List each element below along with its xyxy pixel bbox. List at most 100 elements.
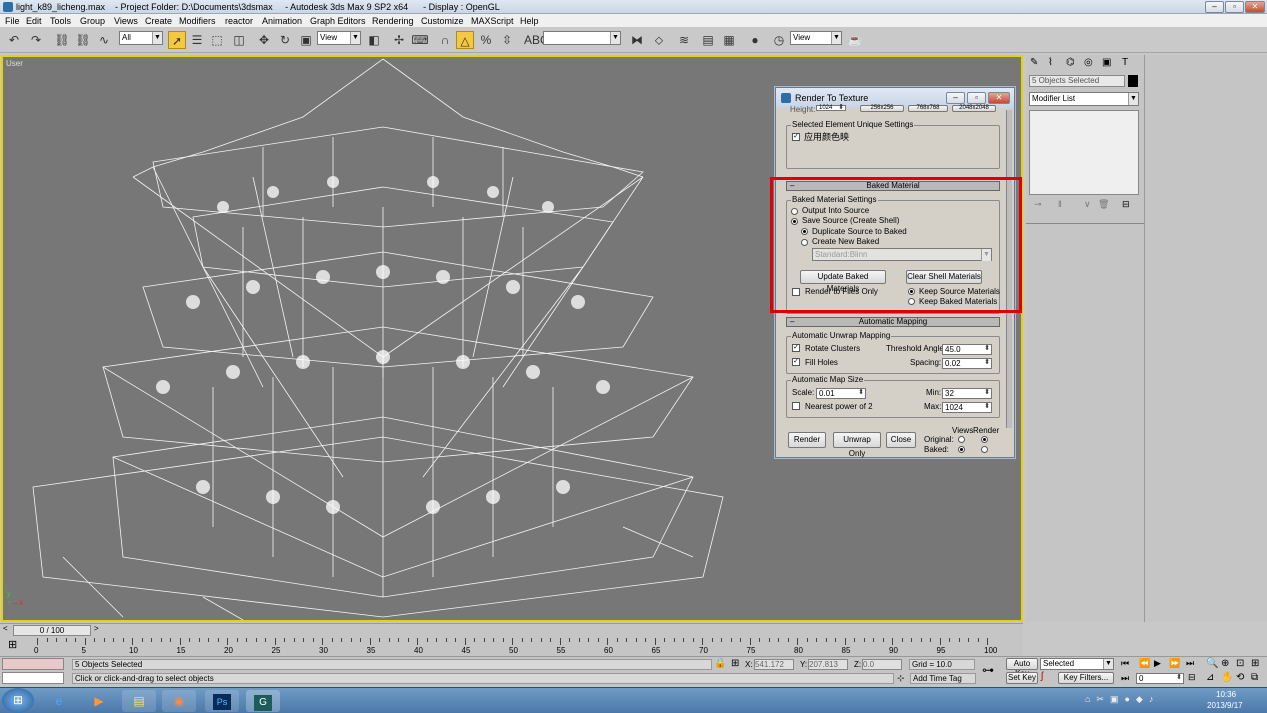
track-bar[interactable]: ⊞ 0 5 10 15 20 25 30 35 40 45 50 55 60 65 70 75 80 85 90 95… xyxy=(0,636,1023,656)
pin-stack-icon[interactable]: ⊸ xyxy=(1034,199,1042,210)
original-render-radio[interactable] xyxy=(981,436,988,443)
show-end-result-icon[interactable]: ‖ xyxy=(1058,199,1062,209)
time-prev-icon[interactable]: < xyxy=(3,624,8,633)
size-2048-button[interactable]: 2048x2048 xyxy=(952,105,996,112)
min-spinner[interactable]: 32 xyxy=(942,388,992,399)
rectangular-region-icon[interactable]: ⬚ xyxy=(208,31,226,49)
select-rotate-icon[interactable]: ↻ xyxy=(276,31,294,49)
dialog-close-button[interactable]: ✕ xyxy=(988,92,1010,104)
clock-time[interactable]: 10:36 xyxy=(1216,690,1236,699)
menu-animation[interactable]: Animation xyxy=(262,14,302,28)
max-spinner[interactable]: 1024 xyxy=(942,402,992,413)
display-tab-icon[interactable]: ▣ xyxy=(1102,57,1118,71)
maxscript-listener-field[interactable] xyxy=(2,658,64,670)
configure-sets-icon[interactable]: ⊟ xyxy=(1122,199,1130,210)
menu-group[interactable]: Group xyxy=(80,14,105,28)
named-selection-dropdown[interactable]: ▼ xyxy=(543,31,621,45)
menu-file[interactable]: File xyxy=(5,14,20,28)
motion-tab-icon[interactable]: ◎ xyxy=(1084,57,1100,71)
maximize-viewport-icon[interactable]: ⧉ xyxy=(1251,672,1258,683)
goto-start-icon[interactable]: ⏮ xyxy=(1121,658,1129,669)
automatic-mapping-rollout[interactable]: – Automatic Mapping xyxy=(786,317,1000,327)
time-config-icon[interactable]: ⊟ xyxy=(1188,672,1196,683)
menu-help[interactable]: Help xyxy=(520,14,539,28)
time-next-icon[interactable]: > xyxy=(94,624,99,633)
maxscript-input-field[interactable] xyxy=(2,672,64,684)
3dsmax-taskbar-icon[interactable]: G xyxy=(246,690,280,712)
select-by-name-icon[interactable]: ☰ xyxy=(188,31,206,49)
render-preset-dropdown[interactable]: View ▼ xyxy=(790,31,842,45)
render-scene-icon[interactable]: ◷ xyxy=(770,31,788,49)
clock-date[interactable]: 2013/9/17 xyxy=(1207,701,1243,710)
media-player-icon[interactable]: ▶ xyxy=(82,690,116,712)
quick-render-icon[interactable]: ☕ xyxy=(846,31,864,49)
menu-customize[interactable]: Customize xyxy=(421,14,464,28)
apply-color-mapping-checkbox[interactable]: ✓ xyxy=(792,133,800,141)
default-in-out-tangent-icon[interactable]: ʃ xyxy=(1041,671,1043,682)
material-editor-icon[interactable]: ● xyxy=(746,31,764,49)
size-256-button[interactable]: 256x256 xyxy=(860,105,904,112)
baked-views-radio[interactable] xyxy=(958,446,965,453)
unwrap-only-button[interactable]: Unwrap Only xyxy=(833,432,881,458)
selection-filter-dropdown[interactable]: All ▼ xyxy=(119,31,163,45)
menu-reactor[interactable]: reactor xyxy=(225,14,253,28)
align-icon[interactable]: ⬦ xyxy=(650,31,668,49)
ie-icon[interactable]: e xyxy=(42,690,76,712)
pan-icon[interactable]: ✋ xyxy=(1221,672,1233,683)
set-key-mode-icon[interactable]: ⊶ xyxy=(982,663,994,677)
arc-rotate-icon[interactable]: ⟲ xyxy=(1236,672,1244,683)
menu-edit[interactable]: Edit xyxy=(26,14,42,28)
window-crossing-icon[interactable]: ◫ xyxy=(230,31,248,49)
angle-snap-icon[interactable]: △ xyxy=(456,31,474,49)
threshold-angle-spinner[interactable]: 45.0 xyxy=(942,344,992,355)
time-slider-thumb[interactable]: 0 / 100 xyxy=(13,625,91,636)
x-coord-field[interactable]: 541.172 xyxy=(754,659,794,670)
dialog-minimize-button[interactable]: – xyxy=(946,92,965,104)
remove-modifier-icon[interactable]: 🗑 xyxy=(1098,199,1109,210)
add-time-tag[interactable]: Add Time Tag xyxy=(910,673,976,684)
original-views-radio[interactable] xyxy=(958,436,965,443)
menu-maxscript[interactable]: MAXScript xyxy=(471,14,514,28)
start-button[interactable]: ⊞ xyxy=(2,688,34,713)
maximize-button[interactable]: ▫ xyxy=(1225,1,1244,13)
undo-icon[interactable]: ↶ xyxy=(5,31,23,49)
utilities-tab-icon[interactable]: T xyxy=(1122,57,1138,71)
object-color-swatch[interactable] xyxy=(1128,75,1138,87)
key-filters-button[interactable]: Key Filters... xyxy=(1058,672,1114,684)
key-mode-icon[interactable]: ⏭ xyxy=(1121,673,1129,684)
baked-render-radio[interactable] xyxy=(981,446,988,453)
ref-coord-dropdown[interactable]: View ▼ xyxy=(317,31,361,45)
select-object-icon[interactable]: ➚ xyxy=(168,31,186,49)
snap-toggle-icon[interactable]: ∩ xyxy=(436,31,454,49)
select-move-icon[interactable]: ✥ xyxy=(255,31,273,49)
close-dialog-button[interactable]: Close xyxy=(886,432,916,448)
time-slider[interactable]: < 0 / 100 > xyxy=(0,623,1023,636)
z-coord-field[interactable]: 0.0 xyxy=(862,659,902,670)
modifier-list-dropdown[interactable]: Modifier List ▼ xyxy=(1029,92,1139,106)
pivot-center-icon[interactable]: ◧ xyxy=(365,31,383,49)
mirror-icon[interactable]: ⧓ xyxy=(628,31,646,49)
close-button[interactable]: ✕ xyxy=(1245,1,1265,13)
scale-spinner[interactable]: 0.01 xyxy=(816,388,866,399)
bind-spacewarp-icon[interactable]: ∿ xyxy=(95,31,113,49)
height-spinner[interactable]: 1024 xyxy=(816,105,846,111)
spacing-spinner[interactable]: 0.02 xyxy=(942,358,992,369)
spinner-snap-icon[interactable]: ⇳ xyxy=(498,31,516,49)
tray-icons[interactable]: ⌂✂▣●◆♪ xyxy=(1085,694,1159,705)
modifier-stack[interactable] xyxy=(1029,110,1139,195)
next-frame-icon[interactable]: ⏩ xyxy=(1169,658,1180,669)
select-link-icon[interactable]: ⛓ xyxy=(53,31,71,49)
play-icon[interactable]: ▶ xyxy=(1154,658,1161,669)
nearest-power-checkbox[interactable] xyxy=(792,402,800,410)
named-selection-icon[interactable]: ABC xyxy=(524,31,549,49)
create-tab-icon[interactable]: ✎ xyxy=(1030,57,1046,71)
zoom-all-icon[interactable]: ⊕ xyxy=(1221,658,1229,669)
explorer-icon[interactable]: ▤ xyxy=(122,690,156,712)
track-view-icon[interactable]: ⊞ xyxy=(8,638,17,651)
manipulate-icon[interactable]: ✢ xyxy=(390,31,408,49)
schematic-view-icon[interactable]: ▦ xyxy=(720,31,738,49)
curve-editor-icon[interactable]: ▤ xyxy=(699,31,717,49)
photoshop-icon[interactable]: Ps xyxy=(205,690,239,712)
set-key-button[interactable]: Set Key xyxy=(1006,672,1038,684)
prev-frame-icon[interactable]: ⏪ xyxy=(1139,658,1150,669)
